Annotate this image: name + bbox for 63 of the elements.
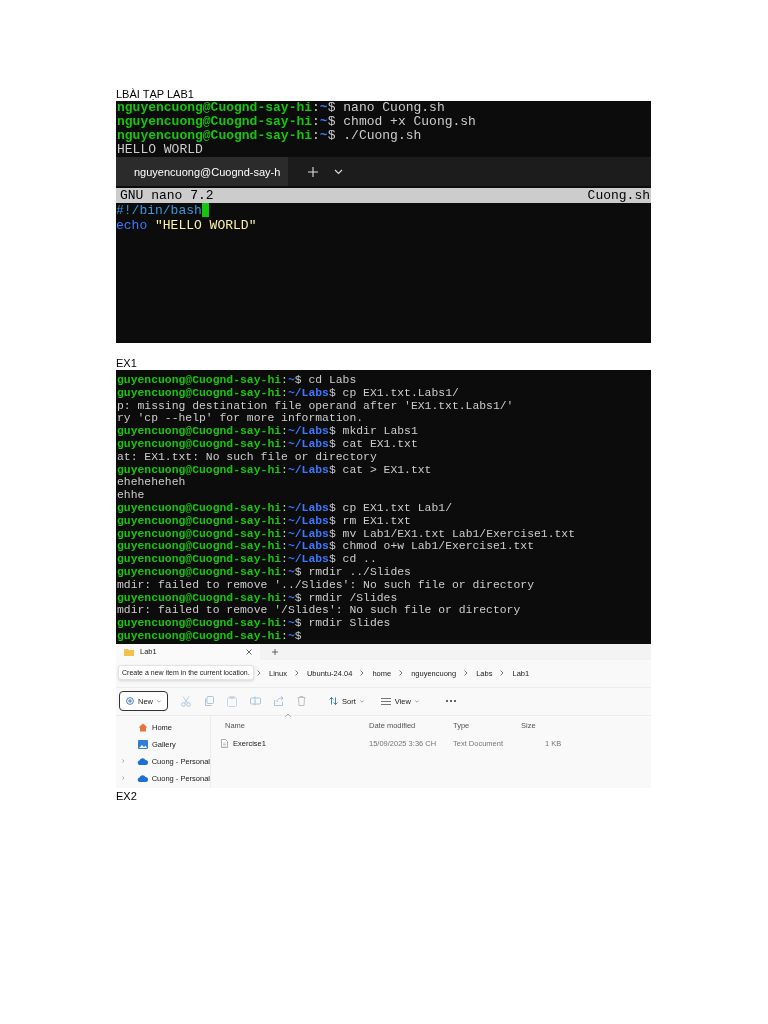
- plus-circle-icon: [126, 697, 134, 706]
- chevron-down-icon[interactable]: [334, 168, 343, 175]
- terminal-line: guyencuong@Cuognd-say-hi:~/Labs$ mkdir Labs1: [116, 425, 419, 438]
- heading: LBÀI TẠP LAB1: [116, 88, 195, 101]
- caret-icon: [414, 699, 419, 703]
- code-line: #!/bin/bash: [116, 203, 651, 218]
- chevron-right-icon[interactable]: [122, 775, 125, 782]
- cloud-icon: [136, 757, 148, 765]
- home-icon: [138, 722, 148, 732]
- chevron-right-icon: [294, 670, 299, 677]
- terminal-line: guyencuong@Cuognd-say-hi:~/Labs$ cd ..: [116, 553, 378, 566]
- terminal-line: guyencuong@Cuognd-say-hi:~/Labs$ cat > EX1.txt: [116, 463, 433, 477]
- sort-caret-icon: [285, 713, 291, 718]
- terminal-line: HELLO WORLD: [116, 143, 204, 157]
- more-icon[interactable]: [445, 700, 456, 703]
- chevron-right-icon[interactable]: [122, 758, 125, 765]
- terminal-tab[interactable]: nguyencuong@Cuognd-say-h: [116, 157, 288, 186]
- code-line: echo "HELLO WORLD": [116, 218, 258, 233]
- chevron-right-icon: [500, 670, 505, 677]
- terminal-line: guyencuong@Cuognd-say-hi:~$ cd Labs: [116, 374, 358, 387]
- terminal-line: mdir: failed to remove '../Slides': No such file or directory: [116, 578, 535, 592]
- terminal-line: ry 'cp --help' for more information.: [116, 412, 365, 426]
- trash-icon[interactable]: [297, 696, 306, 707]
- document-icon: [221, 739, 228, 749]
- terminal-line: guyencuong@Cuognd-say-hi:~/Labs$ rm EX1.txt: [116, 514, 412, 528]
- rename-icon[interactable]: [250, 696, 261, 707]
- terminal-line: guyencuong@Cuognd-say-hi:~$: [116, 629, 303, 643]
- picture-icon: [138, 739, 148, 749]
- clipboard-icon[interactable]: [227, 695, 237, 707]
- chevron-right-icon: [257, 670, 261, 677]
- caret-icon: [359, 699, 364, 703]
- lines-icon: [380, 697, 391, 705]
- sort-arrows-icon: [329, 697, 338, 706]
- chevron-right-icon: [399, 670, 404, 677]
- terminal-line: guyencuong@Cuognd-say-hi:~/Labs$ cp EX1.txt Lab1/: [116, 501, 453, 515]
- terminal-line: ehhe: [116, 489, 146, 502]
- chevron-right-icon: [464, 670, 469, 677]
- terminal-line: guyencuong@Cuognd-say-hi:~/Labs$ cat EX1.txt: [116, 438, 419, 451]
- caret-icon: [157, 699, 161, 703]
- editor-name: GNU nano 7.2: [120, 188, 214, 203]
- terminal-line: nguyencuong@Cuognd-say-hi:~$ chmod +x Cuong.sh: [116, 115, 477, 129]
- terminal-line: nguyencuong@Cuognd-say-hi:~$ nano Cuong.sh: [116, 101, 446, 115]
- terminal-line: p: missing destination file operand after 'EX1.txt.Labs1/': [116, 399, 515, 413]
- section-label: EX2: [116, 789, 138, 803]
- terminal-line: guyencuong@Cuognd-say-hi:~/Labs$ chmod o+w Lab1/Exercise1.txt: [116, 540, 535, 554]
- section-label: EX1: [116, 357, 138, 370]
- terminal-line: guyencuong@Cuognd-say-hi:~$ rmdir Slides: [116, 617, 392, 630]
- terminal-line: mdir: failed to remove '/Slides': No such file or directory: [116, 604, 522, 618]
- copy-icon[interactable]: [204, 696, 214, 707]
- terminal-line: guyencuong@Cuognd-say-hi:~/Labs$ mv Lab1/EX1.txt Lab1/Exercise1.txt: [116, 527, 576, 541]
- terminal-line: eheheheheh: [116, 476, 187, 490]
- share-icon[interactable]: [274, 696, 284, 707]
- terminal-line: guyencuong@Cuognd-say-hi:~$ rmdir ../Slides: [116, 565, 412, 579]
- file-name: Cuong.sh: [587, 188, 650, 203]
- chevron-right-icon: [360, 670, 365, 677]
- terminal-line: guyencuong@Cuognd-say-hi:~/Labs$ cp EX1.txt.Labs1/: [116, 386, 460, 400]
- terminal-line: guyencuong@Cuognd-say-hi:~$ rmdir /Slides: [116, 591, 399, 605]
- scissors-icon[interactable]: [181, 695, 191, 707]
- cloud-icon: [136, 774, 148, 782]
- folder-icon: [124, 647, 134, 656]
- close-icon[interactable]: [246, 648, 252, 655]
- terminal-line: nguyencuong@Cuognd-say-hi:~$ ./Cuong.sh: [116, 129, 423, 143]
- terminal-line: at: EX1.txt: No such file or directory: [116, 450, 378, 464]
